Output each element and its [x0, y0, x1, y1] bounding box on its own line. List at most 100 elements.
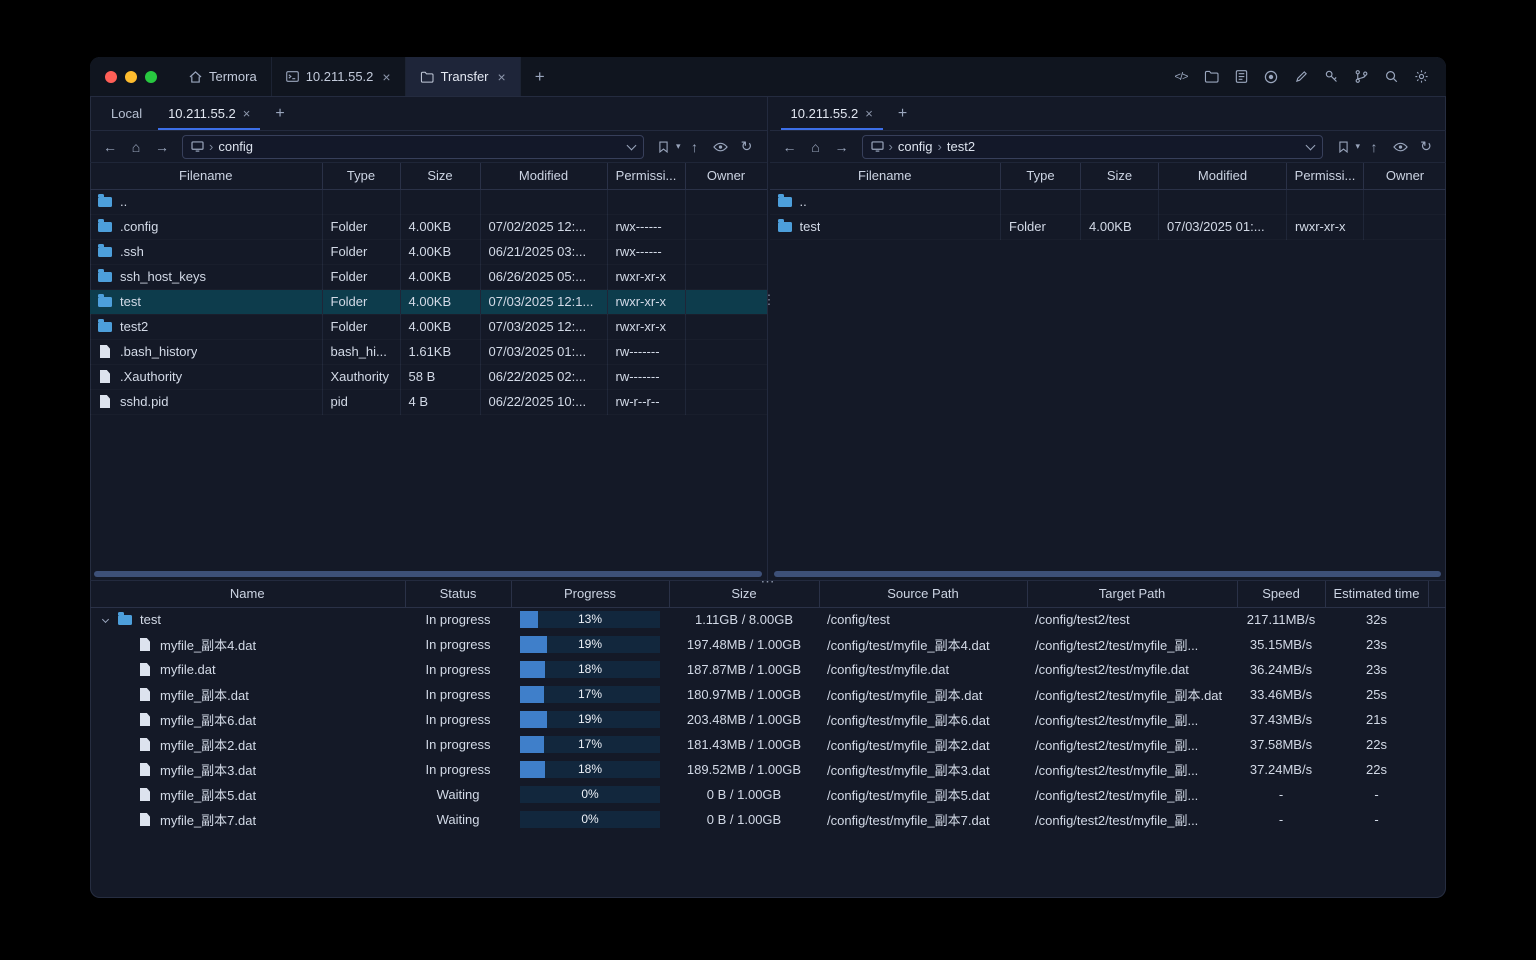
- column-header-type[interactable]: Type: [1000, 163, 1081, 190]
- search-icon[interactable]: [1378, 64, 1404, 90]
- upload-icon[interactable]: ↑: [1362, 135, 1386, 159]
- column-header-permissions[interactable]: Permissi...: [607, 163, 686, 190]
- left-path-bar[interactable]: › config: [182, 134, 644, 159]
- forward-icon[interactable]: →: [830, 135, 854, 159]
- column-header-modified[interactable]: Modified: [480, 163, 608, 190]
- tab-termora[interactable]: Termora: [175, 57, 272, 96]
- close-window-button[interactable]: [105, 70, 117, 83]
- file-row[interactable]: ..: [90, 189, 767, 214]
- edit-icon[interactable]: [1288, 64, 1314, 90]
- splitter-grip-icon[interactable]: ⋯: [755, 573, 782, 590]
- file-size: 1.61KB: [400, 339, 481, 364]
- column-header-owner[interactable]: Owner: [1363, 163, 1446, 190]
- column-header-source-path[interactable]: Source Path: [819, 581, 1028, 608]
- right-horizontal-scrollbar[interactable]: [770, 568, 1447, 580]
- file-row[interactable]: .bash_history bash_hi... 1.61KB 07/03/2025…: [90, 339, 767, 364]
- transfer-row[interactable]: myfile_副本5.dat Waiting 0% 0 B / 1.00GB /…: [90, 782, 1446, 807]
- code-icon[interactable]: </>: [1168, 64, 1194, 90]
- tab-host[interactable]: 10.211.55.2 ×: [272, 57, 406, 96]
- transfer-row[interactable]: myfile_副本4.dat In progress 19% 197.48MB …: [90, 632, 1446, 657]
- refresh-icon[interactable]: ↻: [1414, 135, 1438, 159]
- scrollbar-thumb[interactable]: [94, 571, 762, 577]
- file-row[interactable]: test2 Folder 4.00KB 07/03/2025 12:... rwxr-…: [90, 314, 767, 339]
- file-row[interactable]: sshd.pid pid 4 B 06/22/2025 10:... rw-r--r-…: [90, 389, 767, 414]
- close-pane-tab-icon[interactable]: ×: [243, 106, 251, 121]
- breadcrumb-segment[interactable]: config: [218, 139, 253, 154]
- branch-icon[interactable]: [1348, 64, 1374, 90]
- bookmark-caret-icon[interactable]: ▾: [1355, 141, 1360, 152]
- upload-icon[interactable]: ↑: [683, 135, 707, 159]
- transfer-row[interactable]: myfile.dat In progress 18% 187.87MB / 1.…: [90, 657, 1446, 682]
- file-row[interactable]: .config Folder 4.00KB 07/02/2025 12:... rwx…: [90, 214, 767, 239]
- column-header-owner[interactable]: Owner: [685, 163, 767, 190]
- show-hidden-eye-icon[interactable]: [709, 135, 733, 159]
- left-horizontal-scrollbar[interactable]: [90, 568, 767, 580]
- bookmark-icon[interactable]: [652, 135, 676, 159]
- transfer-row[interactable]: test In progress 13% 1.11GB / 8.00GB /co…: [90, 607, 1446, 632]
- transfer-source-path: /config/test/myfile_副本7.dat: [827, 813, 990, 828]
- transfer-row[interactable]: myfile_副本.dat In progress 17% 180.97MB /…: [90, 682, 1446, 707]
- transfer-row[interactable]: myfile_副本6.dat In progress 19% 203.48MB …: [90, 707, 1446, 732]
- file-row[interactable]: .Xauthority Xauthority 58 B 06/22/2025 02:…: [90, 364, 767, 389]
- column-header-filename[interactable]: Filename: [90, 163, 323, 190]
- file-row[interactable]: .ssh Folder 4.00KB 06/21/2025 03:... rwx---…: [90, 239, 767, 264]
- refresh-icon[interactable]: ↻: [735, 135, 759, 159]
- column-header-status[interactable]: Status: [405, 581, 512, 608]
- column-header-type[interactable]: Type: [322, 163, 401, 190]
- close-pane-tab-icon[interactable]: ×: [865, 106, 873, 121]
- pane-tab-host[interactable]: 10.211.55.2 ×: [155, 97, 263, 130]
- column-header-name[interactable]: Name: [90, 581, 406, 608]
- column-header-speed[interactable]: Speed: [1237, 581, 1326, 608]
- key-icon[interactable]: [1318, 64, 1344, 90]
- pane-tab-host[interactable]: 10.211.55.2 ×: [778, 97, 886, 130]
- close-tab-icon[interactable]: ×: [498, 69, 506, 85]
- column-header-estimated-time[interactable]: Estimated time: [1325, 581, 1429, 608]
- tab-transfer[interactable]: Transfer ×: [405, 57, 521, 96]
- column-header-target-path[interactable]: Target Path: [1027, 581, 1238, 608]
- bookmark-icon[interactable]: [1331, 135, 1355, 159]
- pane-splitter[interactable]: ⋮: [763, 97, 776, 580]
- new-tab-button[interactable]: +: [521, 57, 559, 96]
- settings-gear-icon[interactable]: [1408, 64, 1434, 90]
- file-type: Folder: [322, 314, 401, 339]
- pane-tab-local[interactable]: Local: [98, 97, 155, 130]
- maximize-window-button[interactable]: [145, 70, 157, 83]
- column-header-size[interactable]: Size: [1080, 163, 1159, 190]
- breadcrumb-segment[interactable]: test2: [947, 139, 975, 154]
- column-header-permissions[interactable]: Permissi...: [1286, 163, 1364, 190]
- column-header-size[interactable]: Size: [400, 163, 481, 190]
- file-row[interactable]: ssh_host_keys Folder 4.00KB 06/26/2025 05:…: [90, 264, 767, 289]
- file-row-selected[interactable]: test Folder 4.00KB 07/03/2025 12:1... rwxr-…: [90, 289, 767, 314]
- show-hidden-eye-icon[interactable]: [1388, 135, 1412, 159]
- new-pane-tab-button[interactable]: +: [263, 97, 296, 130]
- minimize-window-button[interactable]: [125, 70, 137, 83]
- file-name: ..: [120, 194, 128, 209]
- transfer-row[interactable]: myfile_副本3.dat In progress 18% 189.52MB …: [90, 757, 1446, 782]
- back-icon[interactable]: ←: [778, 135, 802, 159]
- log-icon[interactable]: [1228, 64, 1254, 90]
- home-icon[interactable]: ⌂: [124, 135, 148, 159]
- record-icon[interactable]: [1258, 64, 1284, 90]
- column-header-progress[interactable]: Progress: [511, 581, 670, 608]
- splitter-grip-icon[interactable]: ⋮: [763, 292, 776, 308]
- transfer-row[interactable]: myfile_副本2.dat In progress 17% 181.43MB …: [90, 732, 1446, 757]
- file-row[interactable]: ..: [769, 189, 1447, 214]
- forward-icon[interactable]: →: [150, 135, 174, 159]
- chevron-down-icon[interactable]: [1306, 140, 1316, 150]
- home-icon[interactable]: ⌂: [804, 135, 828, 159]
- transfer-row[interactable]: myfile_副本7.dat Waiting 0% 0 B / 1.00GB /…: [90, 807, 1446, 832]
- close-tab-icon[interactable]: ×: [382, 69, 390, 85]
- column-header-filename[interactable]: Filename: [769, 163, 1001, 190]
- expander-chevron-icon[interactable]: [100, 616, 110, 624]
- back-icon[interactable]: ←: [98, 135, 122, 159]
- right-path-bar[interactable]: › config › test2: [861, 134, 1324, 159]
- new-pane-tab-button[interactable]: +: [886, 97, 919, 130]
- scrollbar-thumb[interactable]: [773, 571, 1441, 577]
- breadcrumb-segment[interactable]: config: [898, 139, 933, 154]
- file-row[interactable]: test Folder 4.00KB 07/03/2025 01:... rwxr-x…: [769, 214, 1447, 239]
- chevron-down-icon[interactable]: [626, 140, 637, 150]
- column-header-size[interactable]: Size: [669, 581, 820, 608]
- bookmark-caret-icon[interactable]: ▾: [676, 141, 681, 152]
- folder-icon[interactable]: [1198, 64, 1224, 90]
- column-header-modified[interactable]: Modified: [1158, 163, 1287, 190]
